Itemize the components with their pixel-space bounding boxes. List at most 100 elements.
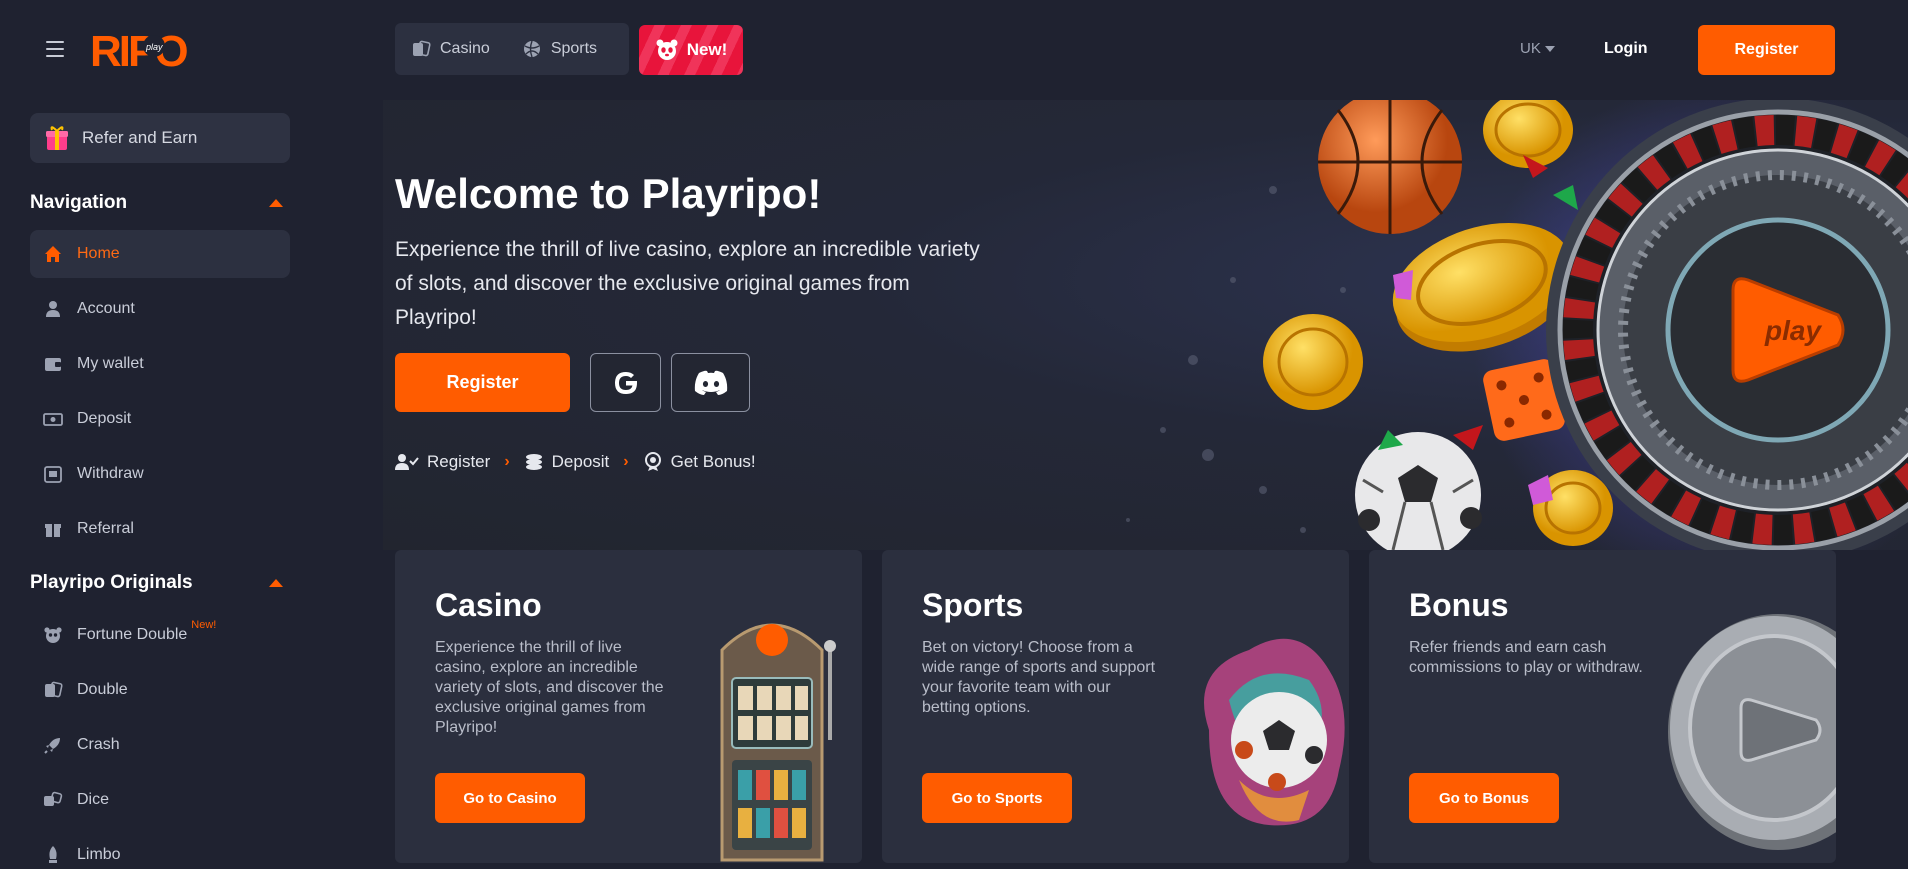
slot-machine-icon [720, 623, 836, 862]
card-text: Bet on victory! Choose from a wide range… [922, 639, 1156, 716]
card-title: Casino [435, 587, 542, 623]
sidebar-item-withdraw[interactable]: Withdraw [30, 450, 290, 498]
game-tabs: Casino Sports [395, 23, 629, 75]
card-title: Sports [922, 587, 1024, 623]
casino-card: Casino Experience the thrill of live cas… [395, 550, 862, 863]
dice-icon [44, 791, 63, 806]
step-deposit: Deposit [524, 452, 610, 472]
cash-icon [43, 413, 63, 426]
sidebar-item-double[interactable]: Double [30, 666, 290, 714]
user-icon [46, 301, 60, 317]
chevron-right-icon: › [623, 453, 629, 470]
google-login-button[interactable] [590, 353, 661, 412]
sidebar-item-label: Crash [77, 736, 120, 753]
logo[interactable]: RIPO play [90, 28, 230, 72]
sidebar-item-label: Limbo [77, 846, 121, 863]
hero-title: Welcome to Playripo! [395, 170, 822, 217]
language-value: UK [1520, 40, 1541, 57]
step-register: Register [395, 452, 490, 472]
logo-badge: play [145, 42, 163, 52]
sidebar-item-fortune-double[interactable]: Fortune Double New! [30, 611, 290, 659]
sidebar: Refer and Earn Navigation Home Account M… [0, 100, 320, 869]
sidebar-item-label: Dice [77, 791, 110, 808]
coins-icon [525, 454, 542, 470]
go-to-casino-button[interactable]: Go to Casino [435, 773, 585, 823]
basketball-icon [1318, 100, 1462, 234]
sidebar-item-deposit[interactable]: Deposit [30, 395, 290, 443]
new-badge: New! [191, 619, 217, 631]
ball-icon [523, 40, 540, 58]
panda-icon [656, 39, 678, 60]
chevron-down-icon [1544, 45, 1555, 52]
gift-box-icon [46, 126, 68, 150]
step-deposit-label: Deposit [551, 452, 610, 471]
bonus-card: Bonus Refer friends and earn cash commis… [1369, 550, 1836, 863]
sidebar-item-label: Withdraw [77, 465, 144, 482]
card-title: Bonus [1409, 587, 1509, 623]
originals-header[interactable]: Playripo Originals [30, 572, 283, 594]
sidebar-item-label: Fortune Double [77, 626, 188, 643]
soccer-splash-icon [1204, 638, 1345, 826]
panda-icon [44, 627, 62, 643]
top-header: RIPO play Casino Sports New! UK Login Re… [0, 0, 1908, 100]
sidebar-item-label: Deposit [77, 410, 132, 427]
bonus-icon [644, 452, 661, 471]
collapse-navigation-icon[interactable] [269, 199, 283, 207]
gift-icon [45, 524, 61, 537]
menu-icon[interactable] [46, 41, 64, 57]
cards-icon [45, 681, 63, 698]
sidebar-item-referral[interactable]: Referral [30, 505, 290, 553]
sports-card: Sports Bet on victory! Choose from a wid… [882, 550, 1349, 863]
go-to-bonus-button[interactable]: Go to Bonus [1409, 773, 1559, 823]
card-text: Refer friends and earn cash commissions … [1409, 639, 1643, 676]
navigation-header[interactable]: Navigation [30, 192, 283, 214]
tab-sports-label: Sports [550, 40, 598, 57]
user-check-icon [395, 454, 419, 470]
step-bonus: Get Bonus! [643, 452, 756, 472]
cards-icon [413, 40, 431, 57]
sidebar-item-label: Referral [77, 520, 134, 537]
sidebar-item-limbo[interactable]: Limbo [30, 831, 290, 869]
sidebar-item-label: Double [77, 681, 128, 698]
language-select[interactable]: UK [1520, 40, 1555, 57]
login-link[interactable]: Login [1604, 40, 1648, 58]
card-text: Experience the thrill of live casino, ex… [435, 639, 664, 736]
originals-title: Playripo Originals [30, 572, 193, 593]
coin-icon [1263, 314, 1363, 410]
refer-label: Refer and Earn [82, 128, 198, 147]
wallet-icon [45, 358, 61, 371]
new-label: New! [686, 40, 728, 59]
step-register-label: Register [427, 452, 491, 471]
step-bonus-label: Get Bonus! [670, 452, 756, 471]
silver-coin-icon [1668, 614, 1836, 850]
sidebar-item-label: Home [77, 245, 120, 262]
sidebar-item-label: My wallet [77, 355, 144, 372]
collapse-originals-icon[interactable] [269, 579, 283, 587]
new-games-button[interactable]: New! [639, 25, 743, 75]
home-icon [45, 246, 61, 262]
sidebar-item-label: Account [77, 300, 135, 317]
sidebar-item-account[interactable]: Account [30, 285, 290, 333]
sidebar-item-home[interactable]: Home [30, 230, 290, 278]
discord-icon [694, 370, 727, 395]
tab-casino[interactable]: Casino [395, 23, 506, 75]
tab-casino-label: Casino [440, 40, 490, 57]
go-to-sports-button[interactable]: Go to Sports [922, 773, 1072, 823]
hero-text: Experience the thrill of live casino, ex… [395, 238, 980, 329]
atm-icon [44, 466, 62, 483]
hero-illustration: play [1126, 100, 1908, 550]
logo-text: RIPO [90, 28, 187, 72]
google-icon [614, 371, 637, 394]
header-register-button[interactable]: Register [1698, 25, 1835, 75]
sidebar-item-crash[interactable]: Crash [30, 721, 290, 769]
sidebar-item-wallet[interactable]: My wallet [30, 340, 290, 388]
soccer-ball-icon [1355, 432, 1482, 550]
tab-sports[interactable]: Sports [506, 23, 613, 75]
hero-register-button[interactable]: Register [395, 353, 570, 412]
roulette-badge: play [1764, 315, 1822, 346]
sidebar-item-dice[interactable]: Dice [30, 776, 290, 824]
refer-and-earn-button[interactable]: Refer and Earn [30, 113, 290, 163]
discord-login-button[interactable] [671, 353, 750, 412]
navigation-title: Navigation [30, 192, 128, 213]
hero-banner: Welcome to Playripo! Experience the thri… [383, 100, 1908, 550]
